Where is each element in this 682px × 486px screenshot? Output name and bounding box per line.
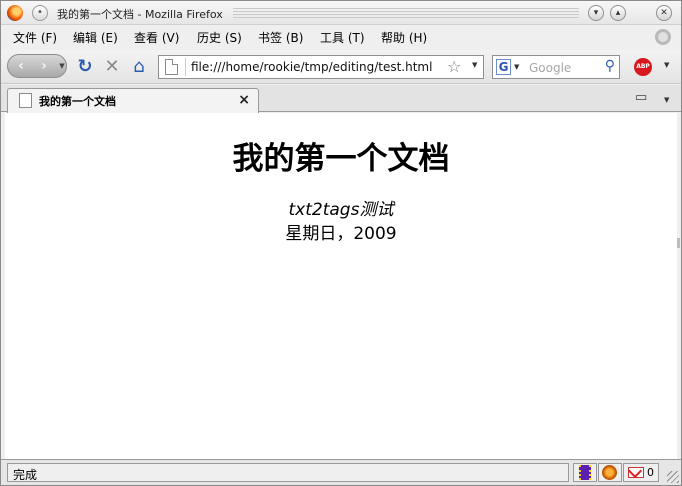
gmail-icon[interactable] <box>628 467 644 478</box>
minimize-icon[interactable]: ▾ <box>588 5 604 21</box>
menu-file[interactable]: 文件 (F) <box>13 29 57 46</box>
menu-tools[interactable]: 工具 (T) <box>320 29 365 46</box>
status-cell-firebug[interactable] <box>598 463 622 482</box>
search-input[interactable]: Google <box>529 61 571 75</box>
tab-page-icon <box>19 93 32 108</box>
toolbar-overflow-icon[interactable]: ▼ <box>664 61 669 69</box>
maximize-icon[interactable]: ▴ <box>610 5 626 21</box>
url-dropdown-icon[interactable]: ▼ <box>472 61 477 69</box>
menu-history[interactable]: 历史 (S) <box>197 29 242 46</box>
document-date: 星期日，2009 <box>285 224 397 244</box>
status-bar: 完成 0 <box>1 459 681 485</box>
menu-help[interactable]: 帮助 (H) <box>381 29 427 46</box>
url-separator <box>185 58 186 76</box>
back-forward-group: ‹ › ▼ <box>7 54 67 78</box>
title-bar: • 我的第一个文档 - Mozilla Firefox ▾ ▴ ✕ <box>1 1 681 25</box>
history-dropdown-icon[interactable]: ▼ <box>57 55 67 77</box>
film-icon[interactable] <box>579 465 591 480</box>
close-window-icon[interactable]: ✕ <box>656 5 672 21</box>
menu-bar: 文件 (F) 编辑 (E) 查看 (V) 历史 (S) 书签 (B) 工具 (T… <box>1 26 681 48</box>
reload-icon[interactable]: ↻ <box>74 56 96 78</box>
scroll-edge <box>677 238 680 248</box>
resize-grip-icon[interactable] <box>667 471 679 483</box>
search-icon[interactable]: ⚲ <box>605 58 615 74</box>
throbber-icon <box>655 29 671 45</box>
tab-label: 我的第一个文档 <box>39 95 116 108</box>
status-field: 完成 <box>7 463 569 482</box>
search-engine-dropdown-icon[interactable]: ▼ <box>514 63 519 71</box>
tabs-dropdown-icon[interactable]: ▼ <box>664 96 669 104</box>
firefox-logo-icon[interactable] <box>7 5 23 21</box>
tab-current[interactable]: 我的第一个文档 × <box>7 88 259 113</box>
google-engine-icon[interactable]: G <box>496 59 511 75</box>
stop-icon[interactable]: ✕ <box>101 56 123 78</box>
gmail-count: 0 <box>647 466 654 479</box>
window-title: 我的第一个文档 - Mozilla Firefox <box>57 8 223 21</box>
document-subtitle: txt2tags测试 <box>288 200 394 220</box>
home-icon[interactable]: ⌂ <box>128 56 150 78</box>
forward-icon[interactable]: › <box>32 55 56 77</box>
tab-close-icon[interactable]: × <box>238 92 250 108</box>
menu-view[interactable]: 查看 (V) <box>134 29 179 46</box>
page-icon <box>165 59 178 75</box>
status-text: 完成 <box>13 468 38 482</box>
bookmark-star-icon[interactable]: ☆ <box>447 57 461 76</box>
back-icon[interactable]: ‹ <box>9 55 33 77</box>
url-bar[interactable]: file:///home/rookie/tmp/editing/test.htm… <box>158 55 484 79</box>
search-bar[interactable]: G ▼ Google ⚲ <box>492 55 620 79</box>
menu-bookmarks[interactable]: 书签 (B) <box>258 29 303 46</box>
url-input[interactable]: file:///home/rookie/tmp/editing/test.htm… <box>191 60 432 74</box>
menu-edit[interactable]: 编辑 (E) <box>73 29 118 46</box>
window-menu-icon[interactable]: • <box>32 5 48 21</box>
tabs-list-icon[interactable]: ▭ <box>635 90 655 106</box>
status-cell-gmail[interactable]: 0 <box>623 463 659 482</box>
document-title: 我的第一个文档 <box>232 141 450 177</box>
firebug-icon[interactable] <box>602 465 617 480</box>
page-content: 我的第一个文档 txt2tags测试 星期日，2009 <box>5 113 680 459</box>
status-cell-media[interactable] <box>573 463 597 482</box>
adblock-plus-icon[interactable]: ABP <box>634 58 652 76</box>
navigation-toolbar: ‹ › ▼ ↻ ✕ ⌂ file:///home/rookie/tmp/edit… <box>1 50 681 84</box>
tab-bar: 我的第一个文档 × ▭ ▼ <box>1 85 681 113</box>
firefox-window: • 我的第一个文档 - Mozilla Firefox ▾ ▴ ✕ 文件 (F)… <box>0 0 682 486</box>
title-bar-grip <box>233 8 579 18</box>
